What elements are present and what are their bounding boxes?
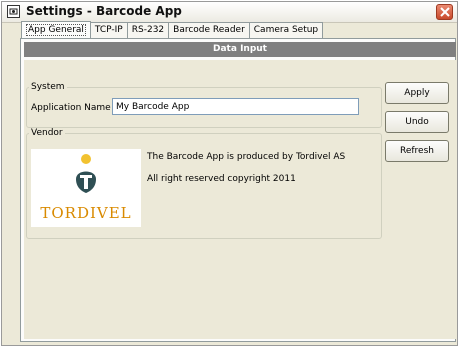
system-legend: System xyxy=(31,82,65,92)
apply-button[interactable]: Apply xyxy=(385,82,449,104)
tab-label: RS-232 xyxy=(131,25,165,35)
tab-app-general[interactable]: App General xyxy=(21,21,91,38)
window-title: Settings - Barcode App xyxy=(26,4,182,18)
tab-label: Camera Setup xyxy=(253,25,319,35)
data-input-header: Data Input xyxy=(24,42,456,57)
tab-strip: App General TCP-IP RS-232 Barcode Reader… xyxy=(21,21,324,39)
refresh-button[interactable]: Refresh xyxy=(385,140,449,162)
settings-app-icon xyxy=(7,5,20,18)
close-icon xyxy=(440,7,450,17)
tordivel-logo-icon xyxy=(76,154,96,193)
tab-camera-setup[interactable]: Camera Setup xyxy=(248,22,324,38)
tab-label: TCP-IP xyxy=(94,25,123,35)
logo-text: TORDIVEL xyxy=(40,204,132,222)
application-name-label: Application Name xyxy=(31,103,111,113)
vendor-copyright: All right reserved copyright 2011 xyxy=(147,174,296,184)
vendor-logo: TORDIVEL xyxy=(31,149,141,227)
application-name-input[interactable] xyxy=(112,98,359,115)
undo-button[interactable]: Undo xyxy=(385,111,449,133)
tab-label: App General xyxy=(26,24,86,36)
tab-label: Barcode Reader xyxy=(173,25,245,35)
title-bar[interactable]: Settings - Barcode App xyxy=(2,2,457,23)
vendor-description: The Barcode App is produced by Tordivel … xyxy=(147,152,346,162)
tab-barcode-reader[interactable]: Barcode Reader xyxy=(168,22,250,38)
tab-rs-232[interactable]: RS-232 xyxy=(126,22,170,38)
tab-tcp-ip[interactable]: TCP-IP xyxy=(89,22,128,38)
vendor-legend: Vendor xyxy=(31,128,63,138)
close-button[interactable] xyxy=(436,4,453,20)
